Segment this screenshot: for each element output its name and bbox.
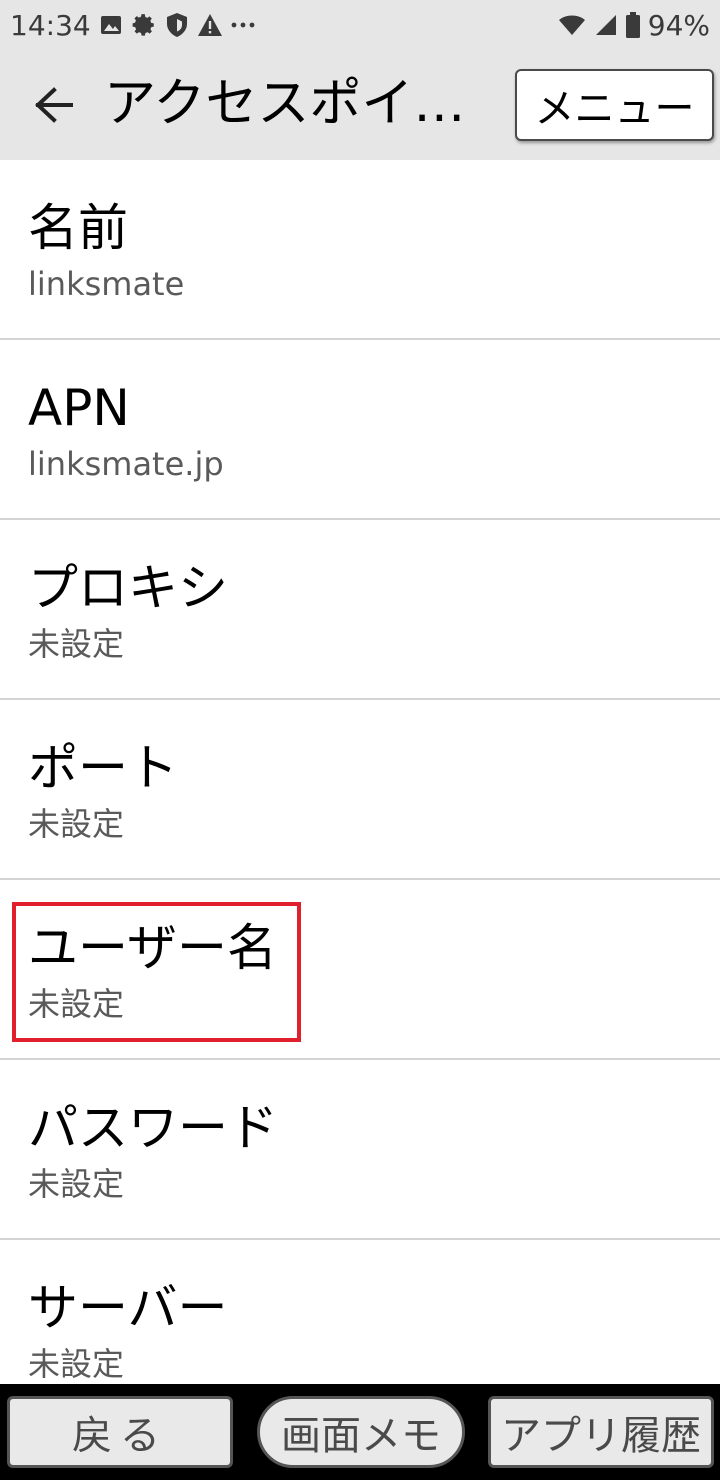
item-title: パスワード — [28, 1099, 278, 1157]
status-left: 14:34 — [10, 9, 255, 42]
item-value: linksmate — [28, 265, 185, 303]
item-value: 未設定 — [28, 625, 125, 663]
list-item-apn[interactable]: APN linksmate.jp — [0, 340, 720, 520]
menu-button[interactable]: メニュー — [515, 69, 714, 141]
battery-icon — [625, 12, 640, 38]
list-item-port[interactable]: ポート 未設定 — [0, 700, 720, 880]
item-title: プロキシ — [28, 559, 228, 617]
wifi-icon — [558, 14, 586, 36]
nav-screen-memo-button[interactable]: 画面メモ — [257, 1396, 465, 1468]
item-value: 未設定 — [28, 1345, 125, 1383]
bottom-nav: 戻る 画面メモ アプリ履歴 — [0, 1384, 720, 1480]
item-value: 未設定 — [28, 1165, 125, 1203]
item-value: 未設定 — [28, 805, 125, 843]
status-time: 14:34 — [10, 8, 91, 42]
list-item-password[interactable]: パスワード 未設定 — [0, 1060, 720, 1240]
warning-icon — [197, 13, 223, 37]
battery-percent: 94% — [647, 8, 710, 42]
list-item-username[interactable]: ユーザー名 未設定 — [0, 880, 720, 1060]
list-item-name[interactable]: 名前 linksmate — [0, 160, 720, 340]
item-title: ポート — [28, 739, 178, 797]
item-value: 未設定 — [28, 985, 125, 1023]
status-right: 94% — [558, 9, 710, 42]
app-bar: アクセスポイ… メニュー — [0, 50, 720, 160]
page-title: アクセスポイ… — [104, 74, 466, 134]
item-title: APN — [28, 379, 130, 437]
nav-back-button[interactable]: 戻る — [7, 1396, 233, 1468]
back-button[interactable] — [22, 78, 86, 132]
apn-settings-list: 名前 linksmate APN linksmate.jp プロキシ 未設定 ポ… — [0, 160, 720, 1420]
nav-app-history-button[interactable]: アプリ履歴 — [488, 1396, 714, 1468]
status-bar: 14:34 94% — [0, 0, 720, 50]
arrow-left-icon — [34, 87, 74, 123]
shield-icon — [165, 12, 189, 38]
list-item-proxy[interactable]: プロキシ 未設定 — [0, 520, 720, 700]
item-title: ユーザー名 — [28, 919, 277, 977]
item-value: linksmate.jp — [28, 445, 224, 483]
item-title: 名前 — [28, 199, 128, 257]
cellular-signal-icon — [594, 13, 618, 37]
item-title: サーバー — [28, 1279, 228, 1337]
more-dots-icon — [231, 21, 255, 29]
image-icon — [99, 13, 123, 37]
gear-icon — [131, 12, 157, 38]
